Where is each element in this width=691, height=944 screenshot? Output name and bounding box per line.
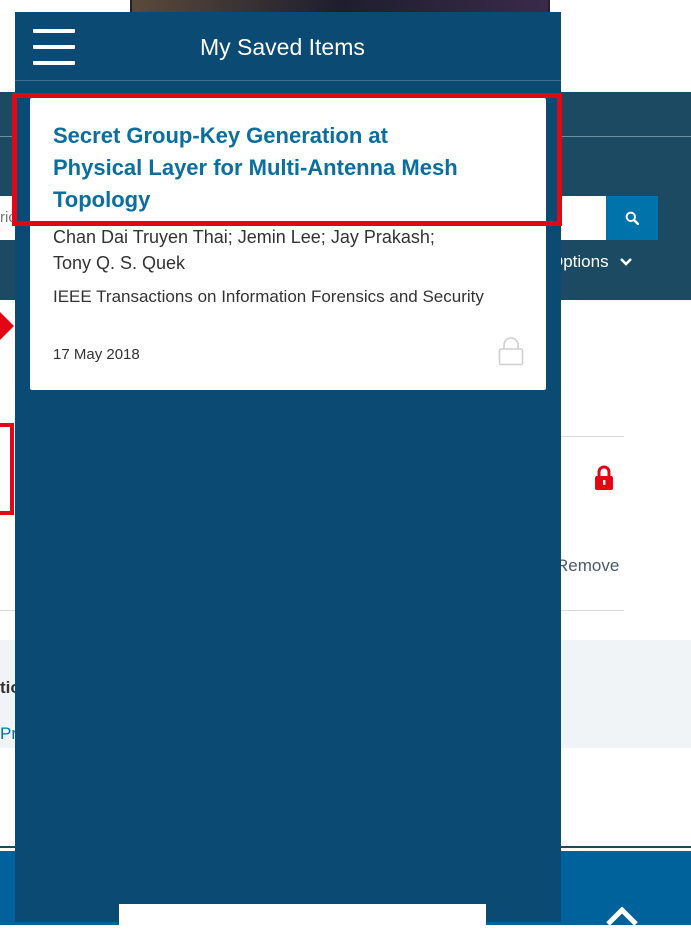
options-label: Options [556, 252, 609, 271]
background-search-input[interactable]: ric [0, 196, 16, 240]
lock-open-icon [498, 337, 524, 366]
background-image-strip [130, 0, 550, 12]
chevron-down-icon [619, 258, 632, 266]
remove-link[interactable]: Remove [556, 556, 619, 576]
item-authors: Chan Dai Truyen Thai; Jemin Lee; Jay Pra… [53, 227, 435, 273]
drawer-title: My Saved Items [200, 34, 365, 60]
background-divider [0, 610, 16, 611]
item-date: 17 May 2018 [53, 346, 140, 363]
saved-items-drawer: My Saved Items Secret Group-Key Generati… [15, 12, 561, 944]
lock-closed-icon [595, 465, 613, 490]
red-highlight-frame [0, 423, 14, 515]
hamburger-menu-icon[interactable] [33, 29, 75, 65]
drawer-header: My Saved Items [15, 12, 561, 81]
background-heading-fragment: tio [0, 678, 16, 697]
saved-item-card[interactable]: Secret Group-Key Generation at Physical … [30, 98, 546, 390]
item-title-link[interactable]: Secret Group-Key Generation at Physical … [53, 120, 473, 216]
search-icon [625, 211, 639, 225]
options-dropdown[interactable]: Options [556, 250, 656, 274]
red-arrow-marker [0, 312, 14, 340]
drawer-bottom-button[interactable] [119, 904, 486, 944]
background-link-fragment[interactable]: Pr [0, 724, 16, 744]
search-button[interactable] [606, 196, 658, 240]
chevron-up-icon[interactable] [604, 906, 640, 926]
item-publication: IEEE Transactions on Information Forensi… [53, 287, 484, 306]
